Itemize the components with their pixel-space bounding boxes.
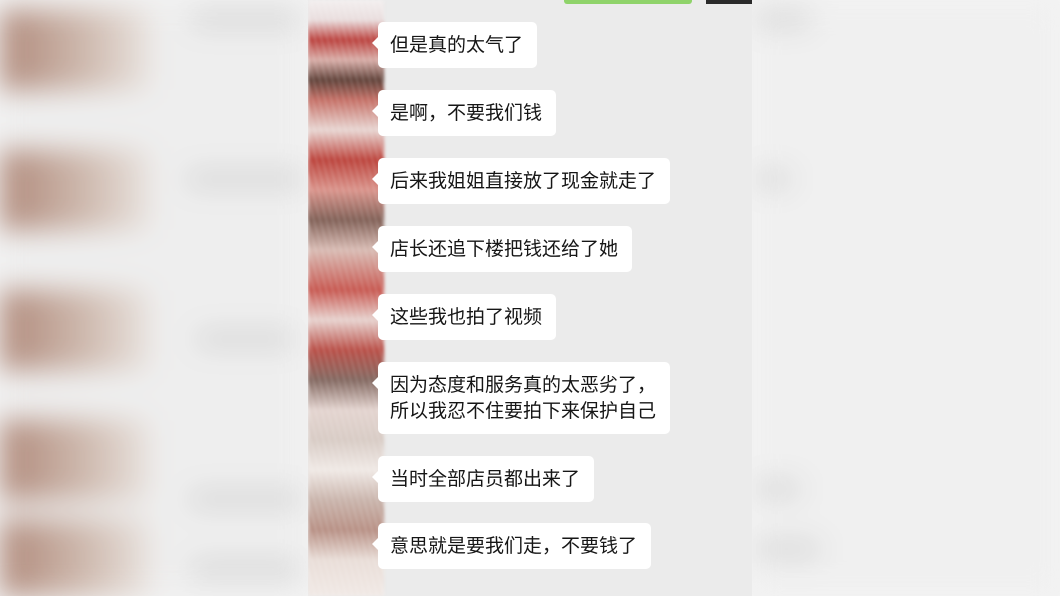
status-bar-edge bbox=[706, 0, 752, 4]
message-text: 当时全部店员都出来了 bbox=[390, 468, 581, 490]
chat-message-bubble[interactable]: 因为态度和服务真的太恶劣了， 所以我忍不住要拍下来保护自己 bbox=[371, 362, 671, 434]
message-text: 这些我也拍了视频 bbox=[390, 306, 543, 328]
message-text: 所以我忍不住要拍下来保护自己 bbox=[390, 400, 657, 422]
avatar-pixelated bbox=[308, 0, 384, 596]
message-text: 但是真的太气了 bbox=[390, 34, 524, 56]
chat-message-bubble[interactable]: 是啊，不要我们钱 bbox=[371, 90, 557, 136]
chat-message-bubble[interactable]: 意思就是要我们走，不要钱了 bbox=[371, 523, 652, 569]
message-text: 意思就是要我们走，不要钱了 bbox=[390, 535, 638, 557]
chat-message-bubble[interactable]: 但是真的太气了 bbox=[371, 22, 538, 68]
chat-window: 但是真的太气了 是啊，不要我们钱 后来我姐姐直接放了现金就走了 店长还追下楼把钱… bbox=[308, 0, 752, 596]
message-text: 是啊，不要我们钱 bbox=[390, 102, 543, 124]
message-text: 因为态度和服务真的太恶劣了， bbox=[390, 374, 657, 396]
message-text: 后来我姐姐直接放了现金就走了 bbox=[390, 170, 657, 192]
blurred-backdrop-right bbox=[752, 0, 1060, 596]
chat-message-bubble[interactable]: 店长还追下楼把钱还给了她 bbox=[371, 226, 633, 272]
chat-message-bubble[interactable]: 当时全部店员都出来了 bbox=[371, 456, 595, 502]
message-text: 店长还追下楼把钱还给了她 bbox=[390, 238, 619, 260]
chat-message-bubble[interactable]: 这些我也拍了视频 bbox=[371, 294, 557, 340]
chat-message-bubble[interactable]: 后来我姐姐直接放了现金就走了 bbox=[371, 158, 671, 204]
screenshot-stage: 但是真的太气了 是啊，不要我们钱 后来我姐姐直接放了现金就走了 店长还追下楼把钱… bbox=[0, 0, 1060, 596]
sent-message-bubble-edge bbox=[564, 0, 692, 4]
blurred-backdrop-left bbox=[0, 0, 308, 596]
